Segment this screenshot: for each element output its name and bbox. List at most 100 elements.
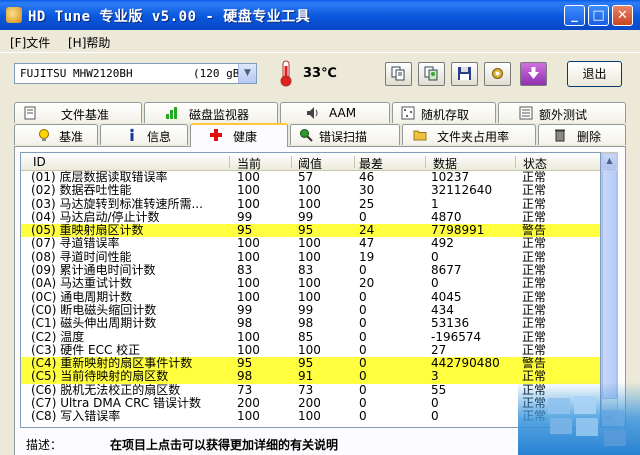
raw-data-cell: 32112640 bbox=[431, 184, 493, 198]
exit-button[interactable]: 退出 bbox=[567, 61, 622, 87]
menu-file[interactable]: [F]文件 bbox=[10, 34, 50, 51]
column-header-worst[interactable]: 最差 bbox=[359, 155, 383, 172]
copy-screenshot-button[interactable] bbox=[418, 62, 445, 86]
worst-value-cell: 0 bbox=[359, 383, 367, 397]
threshold-cell: 83 bbox=[298, 264, 314, 278]
status-cell: 警告 bbox=[522, 224, 547, 238]
table-row[interactable]: (C3) 硬件 ECC 校正 100 100 0 27 正常 bbox=[21, 343, 600, 357]
tab-label: 信息 bbox=[147, 130, 172, 144]
threshold-cell: 100 bbox=[298, 237, 321, 251]
column-header-current[interactable]: 当前 bbox=[237, 155, 261, 172]
raw-data-cell: 0 bbox=[431, 397, 439, 411]
table-row[interactable]: (C8) 写入错误率10010000正常 bbox=[21, 410, 600, 423]
speaker-icon bbox=[307, 107, 318, 119]
threshold-cell: 57 bbox=[298, 171, 314, 184]
current-value-cell: 98 bbox=[237, 317, 253, 331]
table-row[interactable]: (07) 寻道错误率 100 100 47 492 正常 bbox=[21, 237, 600, 251]
table-row[interactable]: (C7) Ultra DMA CRC 错误计数20020000正常 bbox=[21, 397, 600, 411]
scroll-up-arrow-icon[interactable]: ▲ bbox=[602, 153, 617, 169]
smart-attribute-list[interactable]: ID 当前 阈值 最差 数据 状态 (01) 底层数据读取错误率 100 57 46 1… bbox=[20, 152, 601, 428]
tab-error-scan[interactable]: 错误扫描 bbox=[290, 124, 400, 145]
current-value-cell: 100 bbox=[237, 197, 260, 211]
current-value-cell: 100 bbox=[237, 184, 260, 198]
current-value-cell: 100 bbox=[237, 330, 260, 344]
table-row[interactable]: (0A) 马达重试计数 100 100 20 0 正常 bbox=[21, 277, 600, 290]
table-row[interactable]: (05) 重映射扇区计数 95 95 24 7798991 警告 bbox=[21, 224, 600, 238]
trash-icon bbox=[555, 129, 565, 142]
table-row[interactable]: (C2) 温度 100 85 0 -196574 正常 bbox=[21, 330, 600, 344]
table-row[interactable]: (02) 数据吞吐性能 100 100 30 32112640 正常 bbox=[21, 184, 600, 198]
chevron-down-icon[interactable]: ▼ bbox=[238, 64, 256, 83]
tab-benchmark[interactable]: 基准 bbox=[14, 124, 98, 145]
column-separator bbox=[515, 156, 516, 168]
attribute-id-cell: (C0) 断电磁头缩回计数 bbox=[31, 303, 157, 317]
menu-help[interactable]: [H]帮助 bbox=[68, 34, 110, 51]
minimize-button[interactable]: _ bbox=[564, 5, 585, 26]
table-row[interactable]: (01) 底层数据读取错误率 100 57 46 10237 正常 bbox=[21, 171, 600, 184]
tab-random-access[interactable]: 随机存取 bbox=[392, 102, 496, 123]
table-row[interactable]: (C1) 磁头伸出周期计数 98 98 0 53136 正常 bbox=[21, 317, 600, 331]
tab-aam[interactable]: AAM bbox=[280, 102, 390, 123]
raw-data-cell: 4870 bbox=[431, 210, 462, 224]
tab-erase[interactable]: 删除 bbox=[538, 124, 626, 145]
status-cell: 正常 bbox=[522, 210, 547, 224]
raw-data-cell: 492 bbox=[431, 237, 454, 251]
threshold-cell: 100 bbox=[298, 250, 321, 264]
maximize-button[interactable]: □ bbox=[588, 5, 609, 26]
list-header: ID 当前 阈值 最差 数据 状态 bbox=[21, 153, 600, 172]
table-row[interactable]: (0C) 通电周期计数 100 100 0 4045 正常 bbox=[21, 290, 600, 304]
tab-health[interactable]: 健康 bbox=[190, 123, 288, 147]
table-row[interactable]: (08) 寻道时间性能 100 100 19 0 正常 bbox=[21, 250, 600, 264]
threshold-cell: 99 bbox=[298, 210, 314, 224]
attribute-id-cell: (C2) 温度 bbox=[31, 330, 85, 344]
current-value-cell: 95 bbox=[237, 224, 253, 238]
threshold-cell: 100 bbox=[298, 343, 321, 357]
tab-folder-usage[interactable]: 文件夹占用率 bbox=[402, 124, 536, 145]
list-rows: (01) 底层数据读取错误率 100 57 46 10237 正常 (02) 数据吞吐性能 1… bbox=[21, 171, 600, 424]
attribute-id-cell: (C3) 硬件 ECC 校正 bbox=[31, 343, 141, 357]
status-cell: 正常 bbox=[522, 197, 547, 211]
table-row[interactable]: (C4) 重新映射的扇区事件计数 95 95 0 442790480 警告 bbox=[21, 357, 600, 371]
options-button[interactable] bbox=[484, 62, 511, 86]
column-header-data[interactable]: 数据 bbox=[433, 155, 457, 172]
raw-data-cell: -196574 bbox=[431, 330, 482, 344]
drive-select[interactable]: FUJITSU MHW2120BH (120 gB) ▼ bbox=[14, 63, 257, 84]
table-row[interactable]: (09) 累计通电时间计数 83 83 0 8677 正常 bbox=[21, 264, 600, 278]
tab-info[interactable]: 信息 bbox=[100, 124, 188, 145]
tab-label: 额外测试 bbox=[539, 108, 588, 122]
attribute-id-cell: (0C) 通电周期计数 bbox=[31, 290, 133, 304]
save-button[interactable] bbox=[451, 62, 478, 86]
raw-data-cell: 442790480 bbox=[431, 357, 500, 371]
table-row[interactable]: (C0) 断电磁头缩回计数 99 99 0 434 正常 bbox=[21, 303, 600, 317]
tabs-row-2: 基准 信息 健康 错误扫描 文件夹占用率 删除 bbox=[0, 123, 640, 147]
close-button[interactable]: ✕ bbox=[612, 5, 633, 26]
raw-data-cell: 53136 bbox=[431, 317, 470, 331]
drive-name: FUJITSU MHW2120BH bbox=[20, 67, 133, 80]
attribute-id-cell: (C5) 当前待映射的扇区数 bbox=[31, 370, 169, 384]
tab-label: 文件基准 bbox=[61, 108, 110, 122]
attribute-id-cell: (C4) 重新映射的扇区事件计数 bbox=[31, 357, 193, 371]
column-separator bbox=[354, 156, 355, 168]
arrow-down-icon bbox=[528, 67, 539, 79]
update-button[interactable] bbox=[520, 62, 547, 86]
info-icon bbox=[130, 128, 134, 141]
raw-data-cell: 3 bbox=[431, 370, 439, 384]
attribute-id-cell: (C7) Ultra DMA CRC 错误计数 bbox=[31, 397, 202, 411]
raw-data-cell: 27 bbox=[431, 343, 447, 357]
table-row[interactable]: (C6) 脱机无法校正的扇区数7373055正常 bbox=[21, 383, 600, 397]
column-header-status[interactable]: 状态 bbox=[523, 155, 547, 172]
tab-label: 磁盘监视器 bbox=[189, 108, 250, 122]
column-header-id[interactable]: ID bbox=[33, 155, 46, 169]
lightbulb-icon bbox=[39, 129, 49, 141]
column-header-threshold[interactable]: 阈值 bbox=[298, 155, 322, 172]
threshold-cell: 73 bbox=[298, 383, 314, 397]
table-row[interactable]: (04) 马达启动/停止计数 99 99 0 4870 正常 bbox=[21, 210, 600, 224]
tab-extra-tests[interactable]: 额外测试 bbox=[498, 102, 626, 123]
tab-file-benchmark[interactable]: 文件基准 bbox=[14, 102, 142, 123]
table-row[interactable]: (03) 马达旋转到标准转速所需... 100 100 25 1 正常 bbox=[21, 197, 600, 211]
table-row[interactable]: (C5) 当前待映射的扇区数 98 91 0 3 正常 bbox=[21, 370, 600, 384]
current-value-cell: 100 bbox=[237, 250, 260, 264]
tab-disk-monitor[interactable]: 磁盘监视器 bbox=[144, 102, 278, 123]
copy-text-button[interactable] bbox=[385, 62, 412, 86]
scrollbar-thumb[interactable] bbox=[602, 169, 617, 399]
